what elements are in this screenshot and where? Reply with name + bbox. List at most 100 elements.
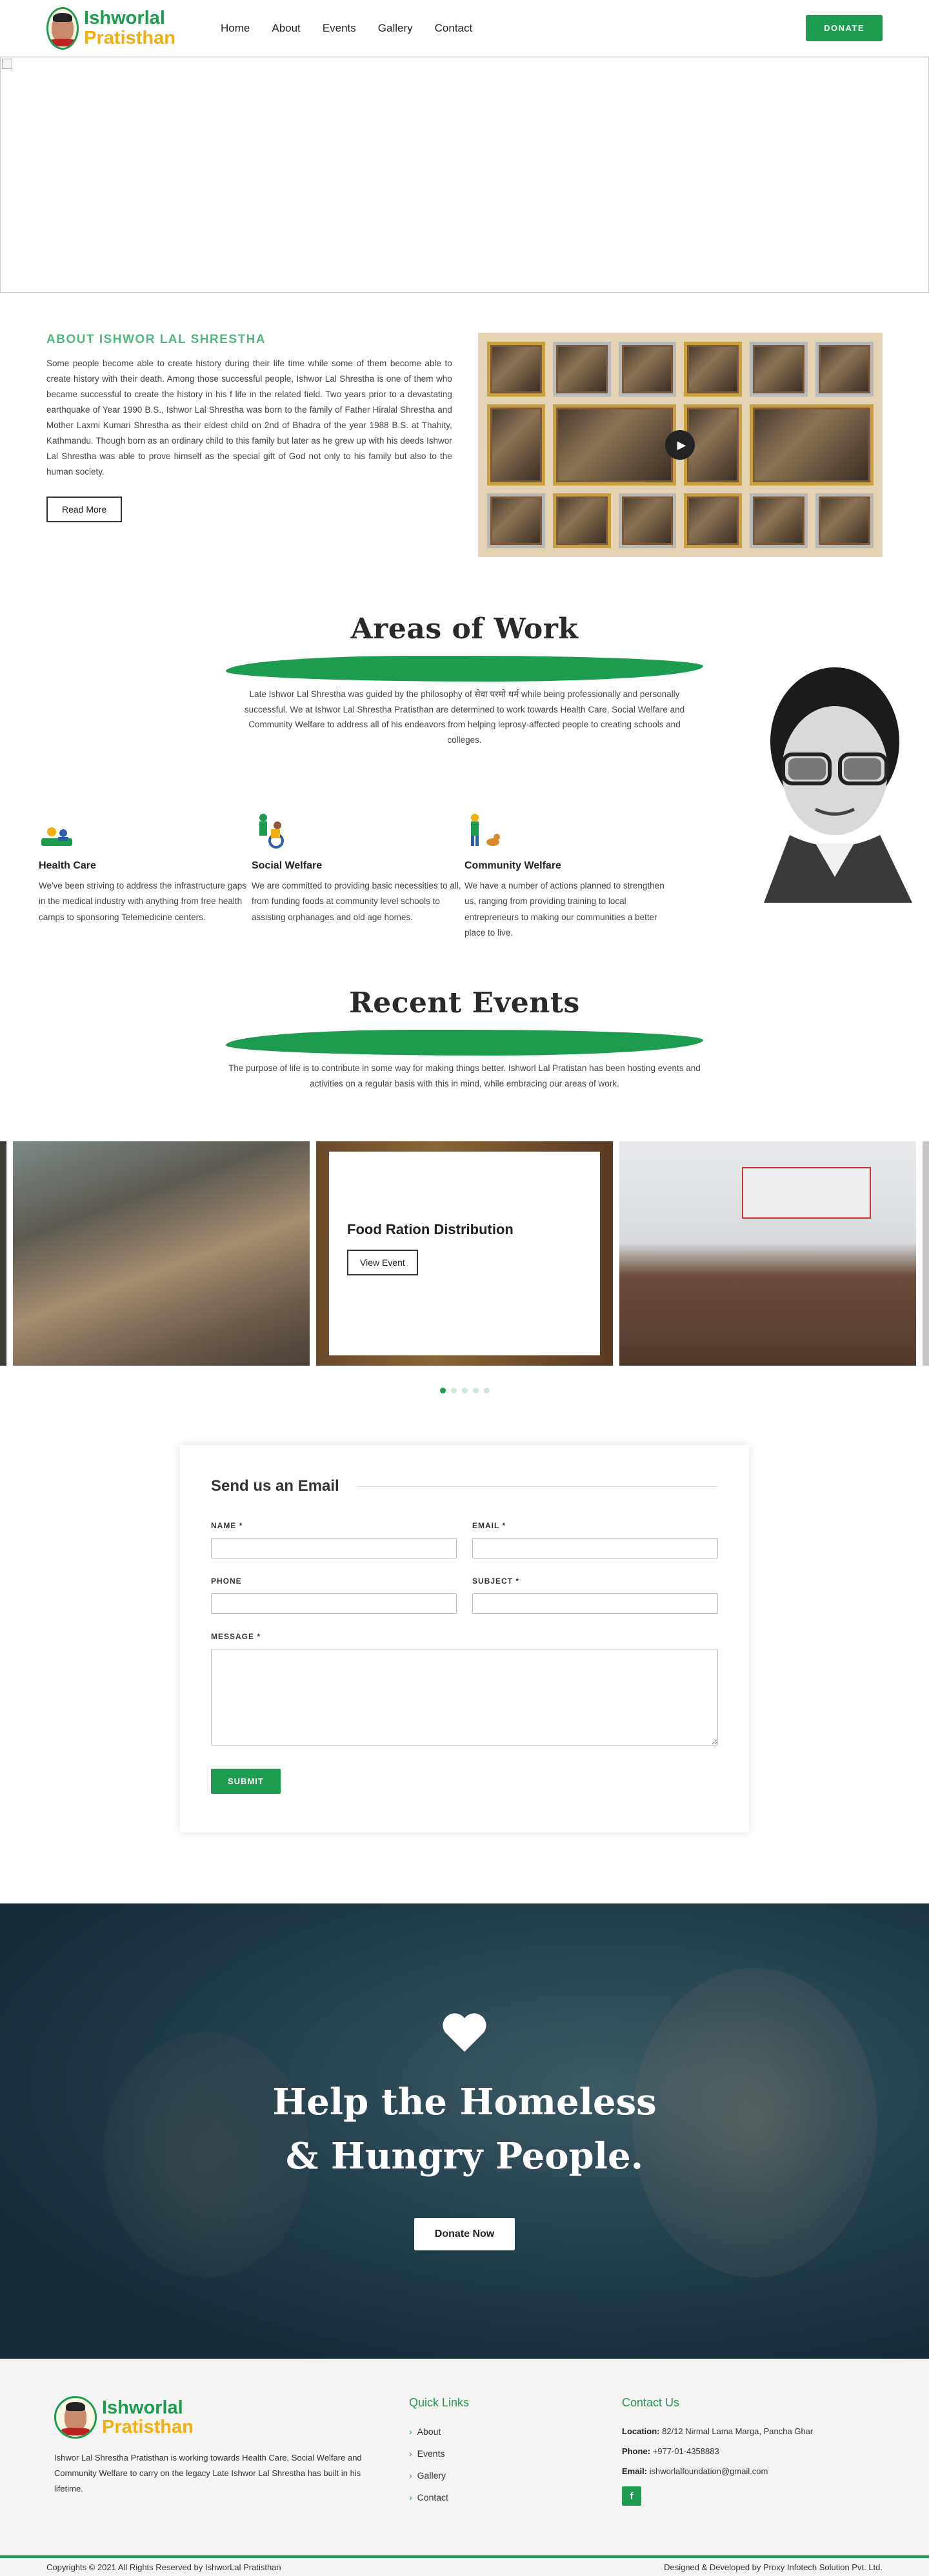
chevron-right-icon: › <box>409 2470 412 2481</box>
photo-frame <box>684 493 743 548</box>
carousel-dot[interactable] <box>483 1388 490 1394</box>
photo-frame <box>618 342 677 397</box>
donation-title: Help the Homeless & Hungry People. <box>272 2081 657 2178</box>
photo-frame <box>750 493 808 548</box>
logo-line2: Pratisthan <box>84 27 175 48</box>
about-title: ABOUT ISHWOR LAL SHRESTHA <box>46 333 266 346</box>
logo-portrait-icon <box>46 6 79 50</box>
photo-frame <box>750 404 874 486</box>
nav-home[interactable]: Home <box>221 22 250 35</box>
footer-email: Email: ishworlalfoundation@gmail.com <box>622 2466 768 2477</box>
photo-frame <box>552 404 677 486</box>
event-title: Food Ration Distribution <box>347 1221 514 1238</box>
broken-image-icon <box>2 59 12 69</box>
phone-label: PHONE <box>211 1577 242 1586</box>
events-title: Recent Events <box>349 987 580 1019</box>
areas-subtitle: Late Ishwor Lal Shrestha was guided by t… <box>244 689 685 745</box>
logo-line1: Ishworlal <box>84 8 165 29</box>
nav-about[interactable]: About <box>272 22 300 35</box>
nav-events[interactable]: Events <box>323 22 356 35</box>
divider <box>357 1486 718 1487</box>
site-header: Ishworlal Pratisthan Home About Events G… <box>0 0 929 57</box>
footer-link-events[interactable]: › Events <box>409 2448 622 2459</box>
community-welfare-icon <box>464 812 677 849</box>
footer-link-about[interactable]: › About <box>409 2426 622 2437</box>
photo-frame <box>750 342 808 397</box>
view-event-button[interactable]: View Event <box>347 1250 418 1276</box>
site-footer: Ishworlal Pratisthan Ishwor Lal Shrestha… <box>0 2359 929 2556</box>
footer-about: Ishwor Lal Shrestha Pratisthan is workin… <box>54 2453 362 2494</box>
form-title: Send us an Email <box>211 1477 339 1495</box>
heart-icon <box>441 2012 488 2056</box>
event-slide-partial[interactable] <box>923 1141 929 1366</box>
photo-frame <box>815 342 874 397</box>
event-banner-image <box>742 1167 871 1219</box>
about-section: ABOUT ISHWOR LAL SHRESTHA Some people be… <box>0 293 929 593</box>
phone-field[interactable] <box>211 1593 457 1615</box>
email-label: EMAIL * <box>472 1521 506 1531</box>
carousel-dot[interactable] <box>450 1388 457 1394</box>
footer-link-contact[interactable]: › Contact <box>409 2492 622 2502</box>
areas-of-work-section: Areas of Work Late Ishwor Lal Shrestha w… <box>0 593 929 954</box>
areas-title: Areas of Work <box>350 613 579 645</box>
email-field[interactable] <box>472 1538 718 1559</box>
facebook-icon[interactable]: f <box>622 2486 641 2506</box>
submit-button[interactable]: SUBMIT <box>211 1769 281 1794</box>
founder-portrait <box>738 664 929 903</box>
recent-events-section: Recent Events The purpose of life is to … <box>0 954 929 1394</box>
photo-frame <box>486 493 545 548</box>
work-title: Community Welfare <box>464 860 561 871</box>
footer-link-gallery[interactable]: › Gallery <box>409 2470 622 2481</box>
event-slide[interactable] <box>13 1141 310 1366</box>
work-text: We have a number of actions planned to s… <box>464 881 664 938</box>
footer-logo[interactable]: Ishworlal Pratisthan <box>54 2396 409 2439</box>
contact-form-section: Send us an Email NAME * EMAIL * PHONE SU… <box>0 1393 929 1903</box>
photo-frame <box>618 493 677 548</box>
health-care-icon <box>39 812 252 849</box>
photo-frame <box>486 342 545 397</box>
events-subtitle: The purpose of life is to contribute in … <box>228 1063 701 1088</box>
contact-form-card: Send us an Email NAME * EMAIL * PHONE SU… <box>180 1445 749 1833</box>
carousel-dot[interactable] <box>472 1388 479 1394</box>
social-welfare-icon <box>252 812 464 849</box>
about-video[interactable]: ▶ <box>477 333 883 557</box>
play-icon[interactable]: ▶ <box>665 430 695 460</box>
event-card: Food Ration Distribution View Event <box>329 1152 600 1356</box>
message-label: MESSAGE * <box>211 1632 261 1642</box>
name-label: NAME * <box>211 1521 243 1531</box>
site-logo[interactable]: Ishworlal Pratisthan <box>46 6 175 50</box>
work-item-health-care: Health Care We've been striving to addre… <box>39 812 252 941</box>
brush-stroke-divider <box>226 656 703 682</box>
logo-portrait-icon <box>54 2396 97 2439</box>
work-columns: Health Care We've been striving to addre… <box>39 812 677 941</box>
developer-credit: Designed & Developed by Proxy Infotech S… <box>664 2562 883 2572</box>
about-text: Some people become able to create histor… <box>46 359 452 477</box>
work-title: Health Care <box>39 860 96 871</box>
donation-banner: Help the Homeless & Hungry People. Donat… <box>0 1903 929 2359</box>
read-more-button[interactable]: Read More <box>46 497 123 523</box>
brush-stroke-divider <box>226 1030 703 1056</box>
message-field[interactable] <box>211 1649 718 1746</box>
name-field[interactable] <box>211 1538 457 1559</box>
nav-contact[interactable]: Contact <box>435 22 473 35</box>
contact-us-title: Contact Us <box>622 2396 680 2410</box>
photo-frame <box>486 404 545 486</box>
events-carousel[interactable]: Food Ration Distribution View Event <box>0 1141 929 1366</box>
donate-now-button[interactable]: Donate Now <box>414 2218 515 2251</box>
subject-field[interactable] <box>472 1593 718 1615</box>
carousel-dot[interactable] <box>461 1388 468 1394</box>
nav-gallery[interactable]: Gallery <box>378 22 413 35</box>
logo-line1: Ishworlal <box>102 2397 183 2418</box>
main-nav: Home About Events Gallery Contact <box>221 22 472 35</box>
work-title: Social Welfare <box>252 860 323 871</box>
event-slide-active[interactable]: Food Ration Distribution View Event <box>316 1141 613 1366</box>
work-item-social-welfare: Social Welfare We are committed to provi… <box>252 812 464 941</box>
subject-label: SUBJECT * <box>472 1577 520 1586</box>
event-slide-partial[interactable] <box>0 1141 6 1366</box>
portrait-sketch <box>764 667 912 903</box>
photo-frame <box>552 493 611 548</box>
carousel-dot[interactable] <box>439 1388 446 1394</box>
donate-button[interactable]: DONATE <box>806 15 883 41</box>
quick-links-title: Quick Links <box>409 2396 470 2410</box>
event-slide[interactable] <box>619 1141 916 1366</box>
